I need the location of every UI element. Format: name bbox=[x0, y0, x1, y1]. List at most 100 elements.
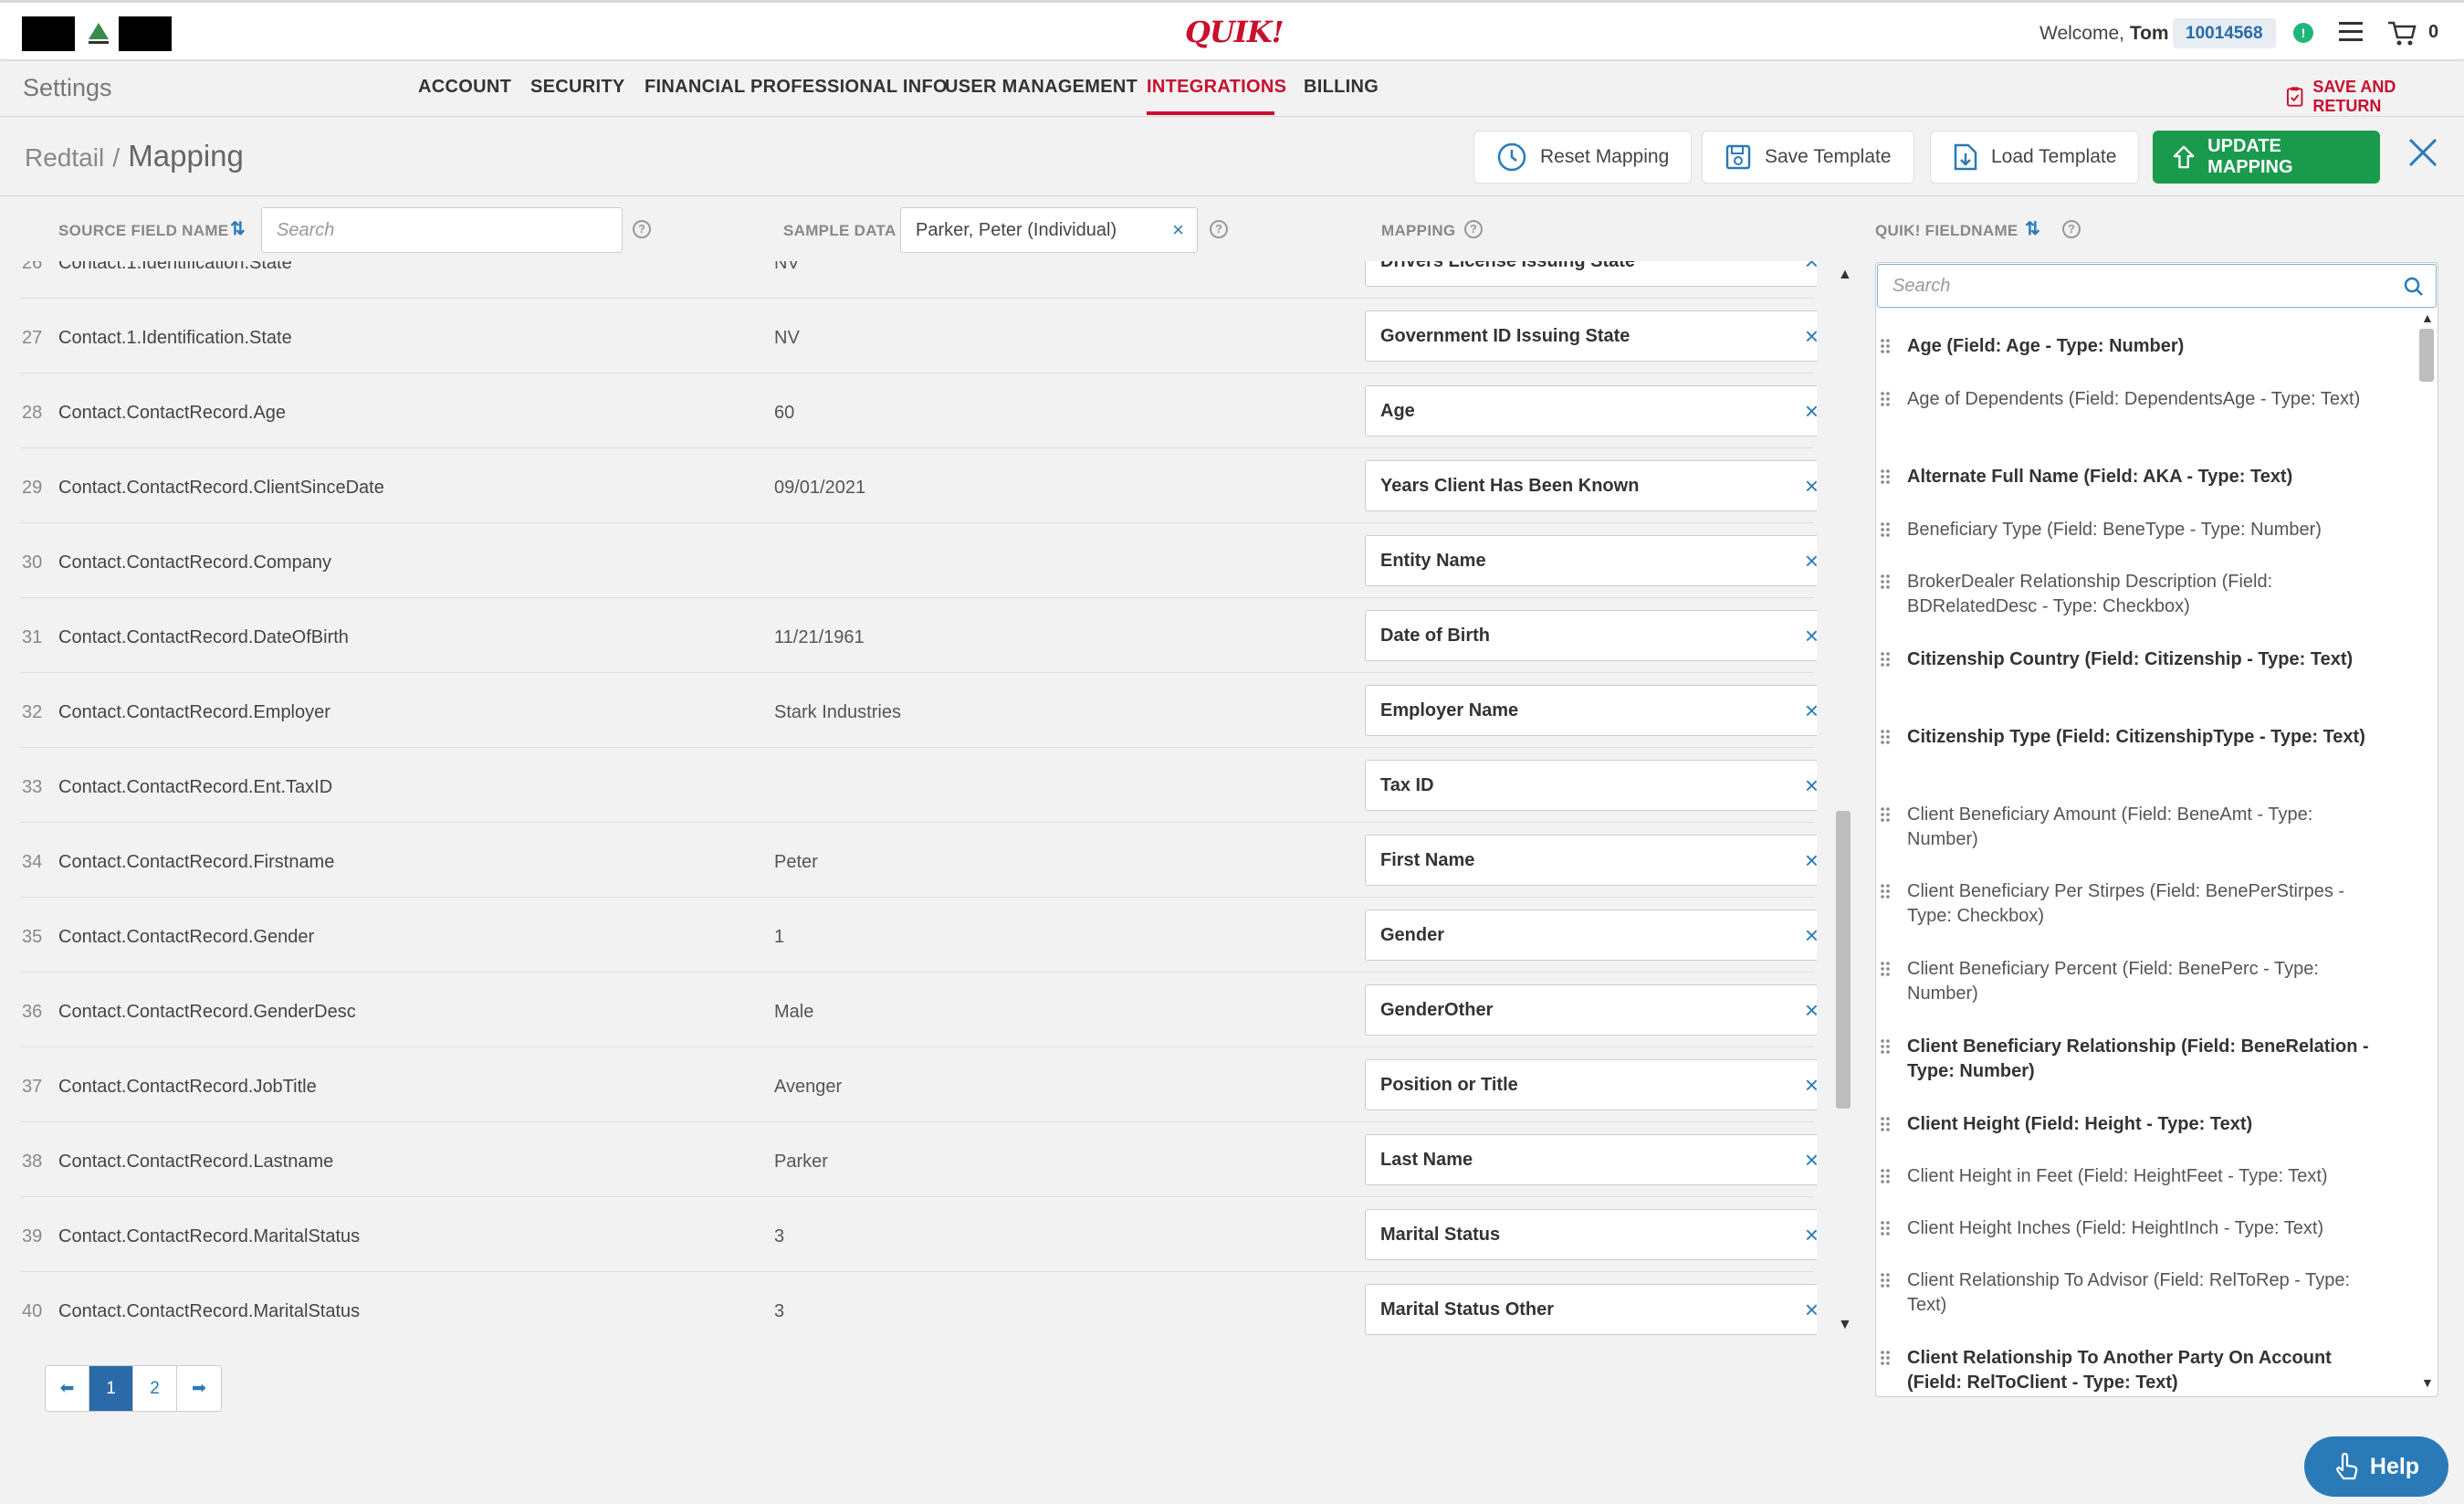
drag-handle-icon[interactable] bbox=[1880, 806, 1891, 823]
scroll-up-icon[interactable]: ▲ bbox=[2421, 310, 2434, 325]
page-1-button[interactable]: 1 bbox=[89, 1366, 133, 1411]
remove-icon[interactable]: × bbox=[1805, 1071, 1817, 1099]
remove-icon[interactable]: × bbox=[1805, 472, 1817, 500]
list-item[interactable]: Alternate Full Name (Field: AKA - Type: … bbox=[1881, 465, 2378, 489]
list-item[interactable]: Client Beneficiary Relationship (Field: … bbox=[1881, 1035, 2378, 1084]
account-number-badge[interactable]: 10014568 bbox=[2173, 18, 2276, 48]
sort-icon[interactable]: ⇅ bbox=[2025, 217, 2040, 240]
mapping-field[interactable]: Entity Name × bbox=[1365, 535, 1817, 586]
mapping-field[interactable]: Age × bbox=[1365, 385, 1817, 436]
mapping-field[interactable]: Position or Title × bbox=[1365, 1059, 1817, 1110]
mapping-field[interactable]: Marital Status × bbox=[1365, 1209, 1817, 1260]
mapping-field[interactable]: Tax ID × bbox=[1365, 760, 1817, 811]
close-icon[interactable] bbox=[2405, 134, 2441, 171]
sample-data-select[interactable]: Parker, Peter (Individual) × bbox=[900, 207, 1198, 253]
drag-handle-icon[interactable] bbox=[1880, 729, 1891, 745]
hamburger-menu-icon[interactable] bbox=[2339, 22, 2363, 42]
list-item[interactable]: Client Height Inches (Field: HeightInch … bbox=[1881, 1216, 2378, 1241]
quik-logo[interactable]: QUIK! bbox=[1185, 15, 1284, 49]
clear-icon[interactable]: × bbox=[1172, 208, 1184, 252]
tab-user-management[interactable]: USER MANAGEMENT bbox=[945, 77, 1138, 98]
remove-icon[interactable]: × bbox=[1805, 847, 1817, 875]
drag-handle-icon[interactable] bbox=[1880, 961, 1891, 977]
mapping-field[interactable]: Last Name × bbox=[1365, 1134, 1817, 1185]
list-item[interactable]: BrokerDealer Relationship Description (F… bbox=[1881, 570, 2378, 619]
remove-icon[interactable]: × bbox=[1805, 261, 1817, 276]
mapping-field[interactable]: GenderOther × bbox=[1365, 984, 1817, 1036]
scroll-down-icon[interactable]: ▼ bbox=[1838, 1317, 1852, 1333]
breadcrumb-redtail[interactable]: Redtail bbox=[25, 143, 104, 172]
list-item[interactable]: Client Beneficiary Per Stirpes (Field: B… bbox=[1881, 879, 2378, 929]
list-item[interactable]: Age of Dependents (Field: DependentsAge … bbox=[1881, 387, 2378, 412]
list-item[interactable]: Client Relationship To Another Party On … bbox=[1881, 1346, 2378, 1395]
tab-account[interactable]: ACCOUNT bbox=[418, 77, 511, 98]
remove-icon[interactable]: × bbox=[1805, 397, 1817, 426]
drag-handle-icon[interactable] bbox=[1880, 391, 1891, 407]
list-item[interactable]: Beneficiary Type (Field: BeneType - Type… bbox=[1881, 518, 2378, 542]
help-icon[interactable]: ? bbox=[633, 220, 651, 238]
list-item[interactable]: Age (Field: Age - Type: Number) bbox=[1881, 334, 2378, 359]
remove-icon[interactable]: × bbox=[1805, 1296, 1817, 1324]
list-item[interactable]: Client Beneficiary Percent (Field: BeneP… bbox=[1881, 957, 2378, 1006]
drag-handle-icon[interactable] bbox=[1880, 883, 1891, 899]
help-icon[interactable]: ? bbox=[1210, 220, 1228, 238]
remove-icon[interactable]: × bbox=[1805, 1221, 1817, 1249]
reset-mapping-button[interactable]: Reset Mapping bbox=[1473, 131, 1693, 184]
list-item[interactable]: Client Height in Feet (Field: HeightFeet… bbox=[1881, 1164, 2378, 1189]
drag-handle-icon[interactable] bbox=[1880, 1168, 1891, 1184]
save-and-return-button[interactable]: SAVE AND RETURN bbox=[2286, 78, 2464, 116]
remove-icon[interactable]: × bbox=[1805, 921, 1817, 950]
drag-handle-icon[interactable] bbox=[1880, 1038, 1891, 1055]
cart-icon[interactable] bbox=[2386, 19, 2417, 51]
mapping-field[interactable]: Date of Birth × bbox=[1365, 610, 1817, 661]
remove-icon[interactable]: × bbox=[1805, 547, 1817, 575]
tab-integrations[interactable]: INTEGRATIONS bbox=[1147, 77, 1286, 98]
help-icon[interactable]: ? bbox=[1464, 220, 1483, 238]
help-icon[interactable]: ? bbox=[2062, 220, 2081, 238]
mapping-field[interactable]: Government ID Issuing State × bbox=[1365, 310, 1817, 362]
tab-billing[interactable]: BILLING bbox=[1304, 77, 1379, 98]
source-search-input[interactable]: Search bbox=[261, 207, 623, 253]
save-template-button[interactable]: Save Template bbox=[1702, 131, 1914, 184]
drag-handle-icon[interactable] bbox=[1880, 651, 1891, 668]
list-item[interactable]: Citizenship Type (Field: CitizenshipType… bbox=[1881, 725, 2378, 750]
mapping-field[interactable]: Gender × bbox=[1365, 910, 1817, 961]
drag-handle-icon[interactable] bbox=[1880, 468, 1891, 485]
sort-icon[interactable]: ⇅ bbox=[230, 217, 246, 240]
tab-financial-professional-info[interactable]: FINANCIAL PROFESSIONAL INFO bbox=[645, 77, 948, 98]
load-template-button[interactable]: Load Template bbox=[1930, 131, 2140, 184]
drag-handle-icon[interactable] bbox=[1880, 1116, 1891, 1132]
scroll-up-icon[interactable]: ▲ bbox=[1838, 267, 1852, 283]
alert-icon[interactable]: ! bbox=[2293, 23, 2313, 43]
mapping-field[interactable]: Years Client Has Been Known × bbox=[1365, 460, 1817, 511]
help-button[interactable]: Help bbox=[2304, 1436, 2448, 1497]
drag-handle-icon[interactable] bbox=[1880, 1272, 1891, 1288]
search-icon[interactable] bbox=[2403, 276, 2425, 298]
scroll-down-icon[interactable]: ▼ bbox=[2421, 1375, 2434, 1390]
remove-icon[interactable]: × bbox=[1805, 1146, 1817, 1174]
remove-icon[interactable]: × bbox=[1805, 697, 1817, 725]
mapping-field[interactable]: Employer Name × bbox=[1365, 685, 1817, 736]
mapping-field[interactable]: First Name × bbox=[1365, 835, 1817, 886]
scrollbar-thumb[interactable] bbox=[1836, 811, 1851, 1109]
drag-handle-icon[interactable] bbox=[1880, 1350, 1891, 1366]
drag-handle-icon[interactable] bbox=[1880, 521, 1891, 538]
list-item[interactable]: Client Height (Field: Height - Type: Tex… bbox=[1881, 1112, 2378, 1137]
scrollbar-thumb[interactable] bbox=[2419, 329, 2434, 382]
mapping-field[interactable]: Marital Status Other × bbox=[1365, 1284, 1817, 1335]
remove-icon[interactable]: × bbox=[1805, 996, 1817, 1025]
remove-icon[interactable]: × bbox=[1805, 322, 1817, 351]
next-page-button[interactable]: ➡ bbox=[177, 1366, 221, 1411]
list-item[interactable]: Client Beneficiary Amount (Field: BeneAm… bbox=[1881, 803, 2378, 852]
list-item[interactable]: Client Relationship To Advisor (Field: R… bbox=[1881, 1268, 2378, 1318]
fieldname-search-input[interactable]: Search bbox=[1877, 264, 2437, 308]
drag-handle-icon[interactable] bbox=[1880, 1220, 1891, 1236]
update-mapping-button[interactable]: UPDATE MAPPING bbox=[2153, 131, 2380, 184]
remove-icon[interactable]: × bbox=[1805, 772, 1817, 800]
tab-security[interactable]: SECURITY bbox=[530, 77, 625, 98]
drag-handle-icon[interactable] bbox=[1880, 338, 1891, 354]
drag-handle-icon[interactable] bbox=[1880, 573, 1891, 590]
page-2-button[interactable]: 2 bbox=[133, 1366, 177, 1411]
mapping-field[interactable]: Drivers License Issuing State × bbox=[1365, 261, 1817, 287]
mapping-scrollbar[interactable]: ▲ ▼ bbox=[1833, 267, 1853, 1337]
